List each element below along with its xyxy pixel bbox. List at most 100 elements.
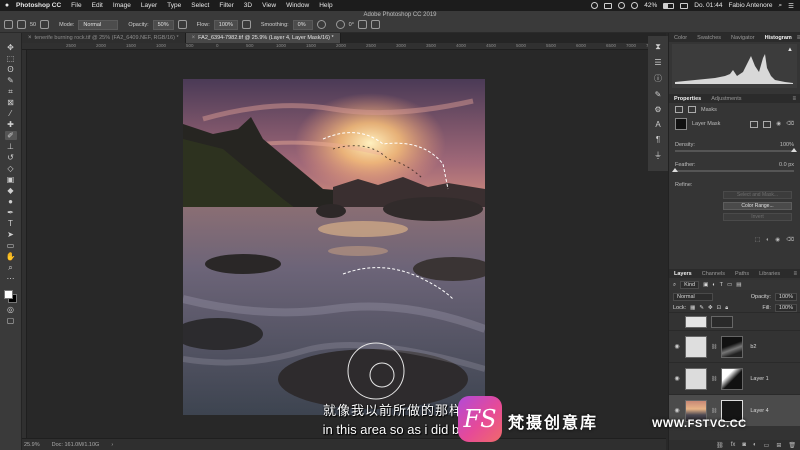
quick-select-tool-icon[interactable]: ✎ <box>5 76 17 85</box>
load-selection-icon[interactable]: ⬚ <box>755 237 760 243</box>
pixel-mask-icon[interactable] <box>675 106 683 113</box>
eraser-tool-icon[interactable]: ◇ <box>5 164 17 173</box>
color-range-button[interactable]: Color Range... <box>723 202 792 210</box>
apple-menu-icon[interactable]: ● <box>0 2 14 9</box>
tab-properties[interactable]: Properties <box>669 96 706 102</box>
layer-row-layer-1[interactable]: ◉ ⛓ Layer 1 <box>669 362 800 394</box>
brush-angle-icon[interactable] <box>335 20 345 29</box>
spotlight-search-icon[interactable]: ⌕ <box>779 2 783 10</box>
visibility-icon[interactable]: ◉ <box>776 121 781 127</box>
history-brush-tool-icon[interactable]: ↺ <box>5 153 17 162</box>
battery-icon[interactable] <box>663 2 675 9</box>
marquee-tool-icon[interactable]: ⬚ <box>5 54 17 63</box>
move-tool-icon[interactable]: ✥ <box>5 43 17 52</box>
new-group-icon[interactable]: ▭ <box>764 442 770 449</box>
creative-cloud-icon[interactable] <box>591 2 599 9</box>
filter-search-icon[interactable]: ⌕ <box>673 282 676 289</box>
apply-mask-icon[interactable] <box>763 120 772 128</box>
menu-image[interactable]: Image <box>108 2 136 9</box>
trash-icon[interactable]: 🗑︎ <box>788 442 796 449</box>
pressure-size-icon[interactable] <box>357 20 367 29</box>
delete-icon[interactable]: ⌫ <box>786 237 794 243</box>
select-mask-icon[interactable] <box>750 120 759 128</box>
tab-color[interactable]: Color <box>669 35 692 41</box>
adjustment-layer-icon[interactable]: ◐ <box>753 442 757 448</box>
menu-view[interactable]: View <box>257 2 281 9</box>
cache-warning-icon[interactable]: ▲ <box>787 47 793 53</box>
layer-mask-thumbnail[interactable] <box>721 335 744 358</box>
brush-tool-preset-icon[interactable] <box>17 20 26 29</box>
smoothing-options-icon[interactable] <box>316 20 326 29</box>
menu-help[interactable]: Help <box>314 2 337 9</box>
paragraph-panel-icon[interactable]: ¶ <box>656 135 660 144</box>
pressure-opacity-icon[interactable] <box>177 20 187 29</box>
layer-thumbnail[interactable] <box>685 335 707 358</box>
filter-shape-icon[interactable]: ▭ <box>727 282 732 288</box>
shape-tool-icon[interactable]: ▭ <box>5 241 17 250</box>
flag-icon[interactable] <box>680 2 689 9</box>
menu-layer[interactable]: Layer <box>136 2 162 9</box>
zoom-level[interactable]: 25.9% <box>24 442 40 448</box>
quick-mask-icon[interactable]: ◎ <box>5 305 17 314</box>
vector-mask-icon[interactable] <box>688 106 696 113</box>
lasso-tool-icon[interactable]: ʘ <box>5 65 17 74</box>
pen-tool-icon[interactable]: ✒ <box>5 208 17 217</box>
visibility-eye-icon[interactable]: ◉ <box>673 343 681 350</box>
frame-tool-icon[interactable]: ⊠ <box>5 98 17 107</box>
menu-type[interactable]: Type <box>162 2 186 9</box>
layer-thumbnail[interactable] <box>685 315 707 328</box>
lock-paint-icon[interactable]: ✎ <box>699 305 704 311</box>
notification-center-icon[interactable]: ☰ <box>788 2 794 10</box>
tab-channels[interactable]: Channels <box>697 271 730 277</box>
tab-libraries[interactable]: Libraries <box>754 271 785 277</box>
tab-swatches[interactable]: Swatches <box>692 35 726 41</box>
feather-slider[interactable] <box>672 168 794 172</box>
type-tool-icon[interactable]: T <box>5 219 17 228</box>
panel-menu-icon[interactable]: ≡ <box>793 271 800 277</box>
invert-button[interactable]: Invert <box>723 213 792 221</box>
add-mask-icon[interactable]: ◙ <box>742 442 746 448</box>
menu-3d[interactable]: 3D <box>239 2 257 9</box>
tab-document-1[interactable]: × tenerife burning rock.tif @ 25% (FA2_6… <box>22 33 186 43</box>
symmetry-icon[interactable] <box>370 20 380 29</box>
screen-mode-icon[interactable]: ▢ <box>5 316 17 325</box>
menu-edit[interactable]: Edit <box>87 2 108 9</box>
tab-paths[interactable]: Paths <box>730 271 754 277</box>
layer-opacity-field[interactable]: 100% <box>774 293 797 301</box>
apply-mask-footer-icon[interactable]: ◐ <box>766 237 769 243</box>
hand-tool-icon[interactable]: ✋ <box>5 252 17 261</box>
display-icon[interactable] <box>604 2 613 9</box>
mask-link-icon[interactable]: ⛓ <box>711 376 717 382</box>
layer-row-top[interactable] <box>669 312 800 330</box>
character-panel-icon[interactable]: A <box>655 120 660 129</box>
opacity-field[interactable]: 50% <box>152 19 174 30</box>
new-layer-icon[interactable]: ⊞ <box>776 442 781 449</box>
dodge-tool-icon[interactable]: ● <box>5 197 17 206</box>
adjustments-panel-icon[interactable]: ⚙ <box>654 105 661 114</box>
color-swatches[interactable] <box>3 289 19 303</box>
properties-panel-icon[interactable]: ☰ <box>654 58 661 67</box>
lock-artboard-icon[interactable]: ⊡ <box>717 305 722 311</box>
layer-style-icon[interactable]: fx <box>731 442 736 448</box>
layer-mask-thumbnail[interactable] <box>721 367 744 390</box>
menubar-user[interactable]: Fabio Antenore <box>728 2 772 9</box>
tab-layers[interactable]: Layers <box>669 271 697 277</box>
gradient-tool-icon[interactable]: ▣ <box>5 175 17 184</box>
layer-thumbnail[interactable] <box>685 367 707 390</box>
filter-adjustment-icon[interactable]: ◐ <box>712 282 715 288</box>
more-tools-icon[interactable]: ⋯ <box>5 274 17 283</box>
wifi-icon[interactable] <box>618 2 626 9</box>
path-selection-tool-icon[interactable]: ➤ <box>5 230 17 239</box>
link-layers-icon[interactable]: ⛓ <box>716 442 724 449</box>
blur-tool-icon[interactable]: ◆ <box>5 186 17 195</box>
document-image[interactable] <box>183 79 485 415</box>
home-icon[interactable] <box>4 20 13 29</box>
eyedropper-tool-icon[interactable]: ⁄ <box>5 109 17 118</box>
blend-mode-select[interactable]: Normal <box>673 293 713 301</box>
close-icon[interactable]: × <box>28 35 32 41</box>
brush-settings-icon[interactable] <box>40 20 50 29</box>
tab-document-2[interactable]: × FA2_6394-7982.tif @ 25.9% (Layer 4, La… <box>185 33 341 43</box>
panel-menu-icon[interactable]: ≡ <box>792 96 800 102</box>
status-arrow-icon[interactable]: › <box>111 442 113 448</box>
layer-row-b2[interactable]: ◉ ⛓ b2 <box>669 330 800 362</box>
